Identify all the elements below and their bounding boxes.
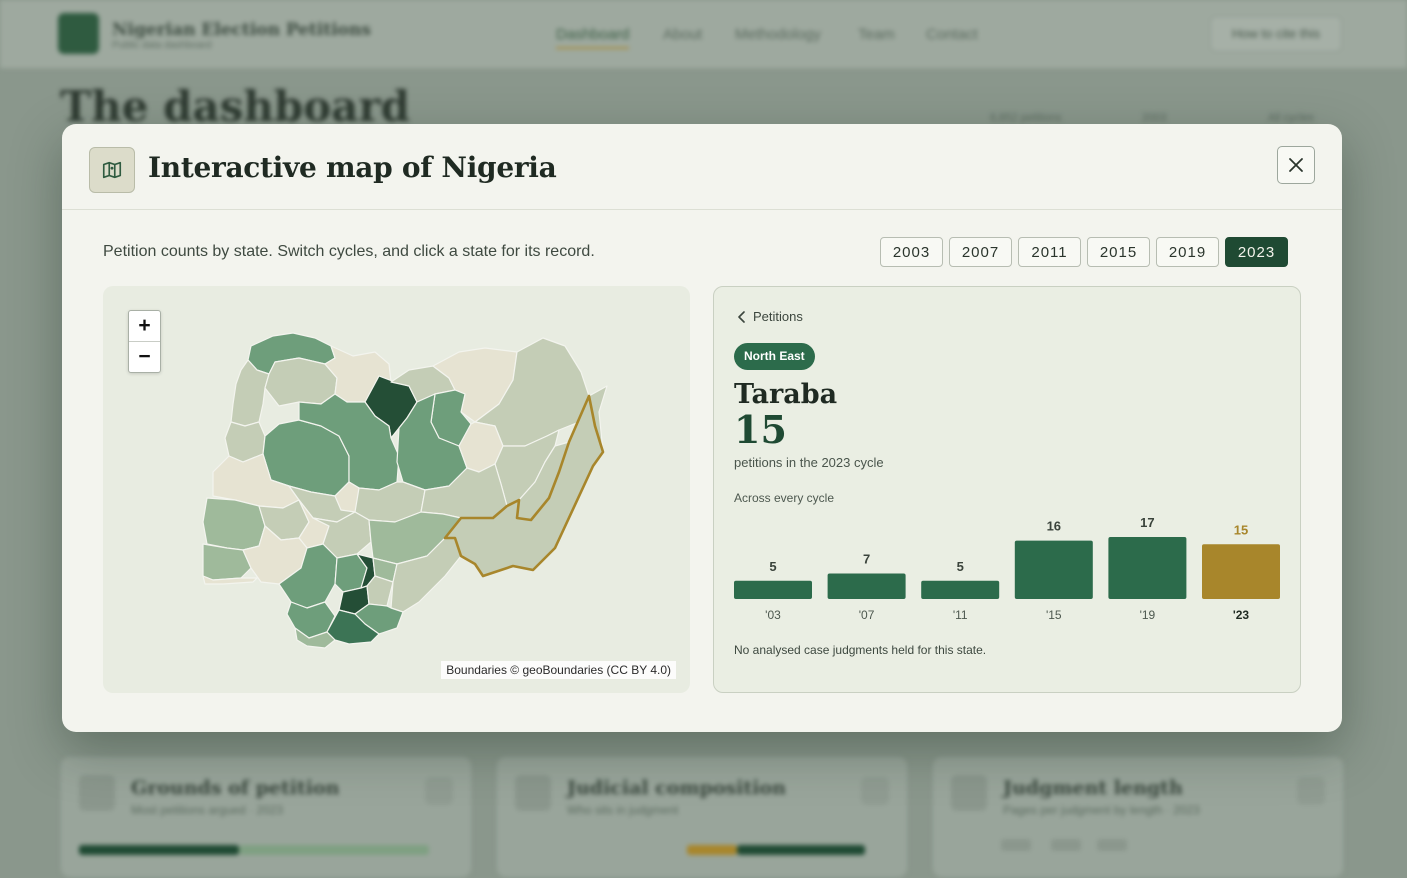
chart-bar-15[interactable] bbox=[1014, 540, 1093, 599]
card-expand-button[interactable] bbox=[425, 777, 453, 805]
page-meta-petitions: 6,852 petitions bbox=[990, 112, 1062, 124]
card-bar bbox=[239, 845, 429, 855]
year-button-2011[interactable]: 2011 bbox=[1018, 237, 1081, 267]
chart-value-label: 7 bbox=[863, 551, 870, 566]
site-logo bbox=[58, 13, 99, 54]
modal-title: Interactive map of Nigeria bbox=[148, 151, 557, 184]
map-state-abia[interactable] bbox=[366, 575, 394, 607]
close-icon bbox=[1289, 158, 1303, 172]
site-brand: Nigerian Election Petitions bbox=[112, 20, 371, 40]
zoom-out-button[interactable]: − bbox=[129, 342, 160, 372]
year-button-2019[interactable]: 2019 bbox=[1156, 237, 1219, 267]
map-attribution[interactable]: Boundaries © geoBoundaries (CC BY 4.0) bbox=[441, 661, 676, 679]
chart-category-label: '11 bbox=[953, 608, 968, 621]
chart-bar-19[interactable] bbox=[1108, 537, 1187, 599]
card-chip bbox=[1097, 839, 1127, 851]
count-caption: petitions in the 2023 cycle bbox=[734, 455, 884, 470]
card-title: Grounds of petition bbox=[131, 777, 340, 799]
chart-value-label: 5 bbox=[957, 559, 964, 574]
chart-value-label: 15 bbox=[1234, 522, 1248, 537]
card-judgment-length: Judgment length Pages per judgment by le… bbox=[932, 756, 1344, 878]
map-modal: Interactive map of Nigeria Petition coun… bbox=[62, 124, 1342, 732]
card-icon bbox=[951, 775, 987, 811]
year-button-2007[interactable]: 2007 bbox=[949, 237, 1012, 267]
nav-contact[interactable]: Contact bbox=[926, 26, 978, 43]
zoom-control: + − bbox=[128, 310, 161, 373]
card-subtitle: Who sits in judgment bbox=[567, 803, 679, 817]
year-button-2015[interactable]: 2015 bbox=[1087, 237, 1150, 267]
card-expand-button[interactable] bbox=[861, 777, 889, 805]
chart-bar-03[interactable] bbox=[734, 580, 812, 599]
state-footnote: No analysed case judgments held for this… bbox=[734, 643, 987, 657]
modal-header: Interactive map of Nigeria bbox=[62, 124, 1342, 210]
year-selector: 2003 2007 2011 2015 2019 2023 bbox=[880, 237, 1288, 267]
chart-bar-07[interactable] bbox=[827, 573, 906, 599]
chart-category-label: '19 bbox=[1140, 608, 1156, 621]
year-button-2003[interactable]: 2003 bbox=[880, 237, 943, 267]
back-link-label: Petitions bbox=[753, 309, 803, 324]
card-title: Judgment length bbox=[1003, 777, 1183, 799]
nav-team[interactable]: Team bbox=[858, 26, 895, 43]
cite-button[interactable]: How to cite this bbox=[1210, 16, 1342, 52]
region-badge: North East bbox=[734, 343, 815, 370]
state-name: Taraba bbox=[734, 379, 838, 410]
chart-value-label: 16 bbox=[1047, 519, 1061, 534]
card-title: Judicial composition bbox=[567, 777, 786, 799]
nav-about[interactable]: About bbox=[663, 26, 702, 43]
chevron-left-icon bbox=[738, 310, 745, 323]
year-button-2023[interactable]: 2023 bbox=[1225, 237, 1288, 267]
close-button[interactable] bbox=[1277, 146, 1315, 184]
card-subtitle: Most petitions argued · 2023 bbox=[131, 803, 284, 817]
chart-category-label: '07 bbox=[859, 608, 875, 621]
card-icon bbox=[79, 775, 115, 811]
card-bar bbox=[79, 845, 239, 855]
map-panel: + − Boundaries © geoBoundaries (CC BY 4.… bbox=[103, 286, 690, 693]
modal-intro: Petition counts by state. Switch cycles,… bbox=[103, 243, 595, 260]
chart-category-label: '03 bbox=[765, 608, 781, 621]
nav-dashboard[interactable]: Dashboard bbox=[556, 26, 630, 49]
map-state-oyo[interactable] bbox=[202, 497, 266, 551]
chart-category-label: '23 bbox=[1233, 608, 1250, 621]
state-detail-panel: Petitions North East Taraba 15 petitions… bbox=[713, 286, 1301, 693]
state-petition-count: 15 bbox=[734, 407, 787, 452]
nav-methodology[interactable]: Methodology bbox=[735, 26, 821, 43]
card-bar bbox=[687, 845, 737, 855]
back-to-petitions-link[interactable]: Petitions bbox=[738, 309, 803, 324]
card-icon bbox=[515, 775, 551, 811]
card-expand-button[interactable] bbox=[1297, 777, 1325, 805]
card-judicial: Judicial composition Who sits in judgmen… bbox=[496, 756, 908, 878]
chart-value-label: 5 bbox=[769, 559, 776, 574]
chart-category-label: '15 bbox=[1046, 608, 1062, 621]
site-header: Nigerian Election Petitions Public data … bbox=[0, 0, 1407, 69]
chart-value-label: 17 bbox=[1140, 515, 1154, 530]
zoom-in-button[interactable]: + bbox=[129, 311, 160, 342]
card-subtitle: Pages per judgment by length · 2023 bbox=[1003, 803, 1200, 817]
page-meta-year: 2003 bbox=[1142, 112, 1167, 124]
cycle-chart-label: Across every cycle bbox=[734, 491, 835, 505]
card-chip bbox=[1051, 839, 1081, 851]
map-icon bbox=[89, 147, 135, 193]
card-grounds: Grounds of petition Most petitions argue… bbox=[60, 756, 472, 878]
card-bar bbox=[737, 845, 865, 855]
nigeria-map bbox=[202, 332, 608, 649]
site-brand-sub: Public data dashboard bbox=[112, 40, 212, 51]
page-meta-cycles: All cycles bbox=[1268, 112, 1314, 124]
chart-bar-23[interactable] bbox=[1202, 544, 1280, 599]
card-chip bbox=[1001, 839, 1031, 851]
chart-bar-11[interactable] bbox=[921, 580, 1000, 599]
cycle-bar-chart: 5 '03 7 '07 5 '11 16 '15 17 '19 15 '23 bbox=[734, 515, 1280, 621]
